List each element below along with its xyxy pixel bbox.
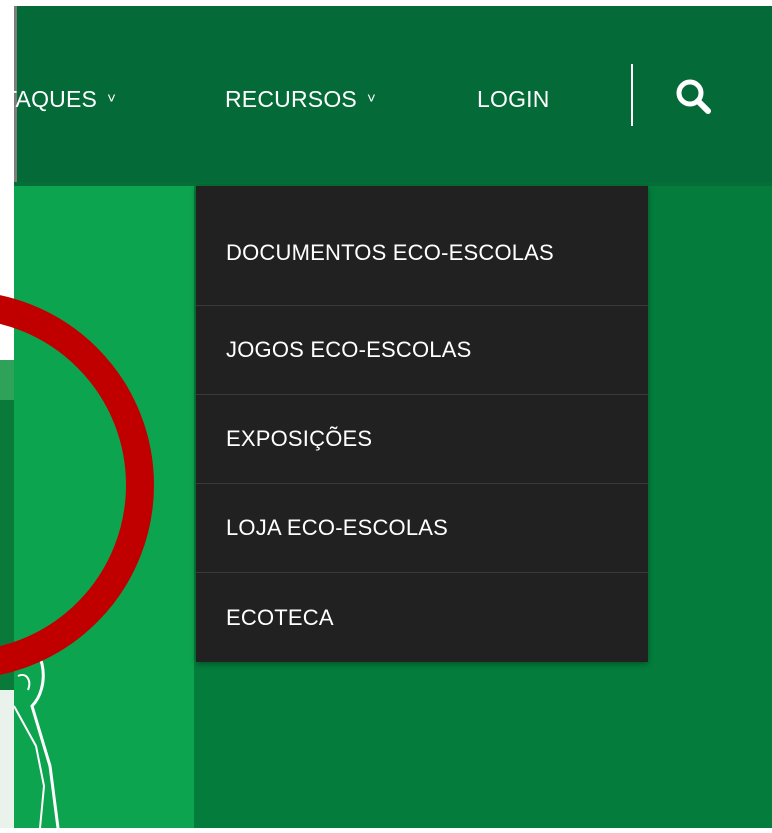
nav-item-recursos[interactable]: RECURSOS ˅ (225, 86, 376, 113)
dropdown-item-label: JOGOS ECO-ESCOLAS (226, 337, 472, 362)
dropdown-item-ecoteca[interactable]: ECOTECA (196, 573, 648, 662)
chevron-down-icon: ˅ (366, 90, 376, 107)
hero-illustration (12, 647, 60, 829)
recursos-dropdown-menu: DOCUMENTOS ECO-ESCOLAS JOGOS ECO-ESCOLAS… (196, 186, 648, 662)
dropdown-item-documentos[interactable]: DOCUMENTOS ECO-ESCOLAS (196, 186, 648, 306)
dropdown-item-exposicoes[interactable]: EXPOSIÇÕES (196, 395, 648, 484)
dropdown-item-loja[interactable]: LOJA ECO-ESCOLAS (196, 484, 648, 573)
dropdown-item-label: ECOTECA (226, 604, 334, 630)
nav-item-label: LOGIN (477, 86, 550, 112)
dropdown-item-label: LOJA ECO-ESCOLAS (226, 515, 449, 540)
nav-item-label: TAQUES (3, 86, 98, 112)
dropdown-item-jogos[interactable]: JOGOS ECO-ESCOLAS (196, 306, 648, 395)
hero-panel-light-green (12, 186, 194, 829)
chevron-down-icon: ˅ (107, 90, 117, 107)
nav-item-label: RECURSOS (225, 86, 357, 112)
nav-item-destaques[interactable]: TAQUES ˅ (3, 86, 116, 113)
dropdown-item-label: EXPOSIÇÕES (226, 426, 373, 451)
search-icon (676, 79, 711, 114)
search-button[interactable] (673, 76, 717, 120)
nav-divider (631, 64, 633, 126)
page-background-strip (0, 186, 14, 360)
partial-side-image-header (0, 360, 14, 400)
dropdown-item-label: DOCUMENTOS ECO-ESCOLAS (226, 239, 554, 265)
partial-side-image-lower (0, 690, 14, 828)
top-navbar: TAQUES ˅ RECURSOS ˅ LOGIN (3, 6, 772, 182)
nav-item-login[interactable]: LOGIN (477, 86, 550, 113)
